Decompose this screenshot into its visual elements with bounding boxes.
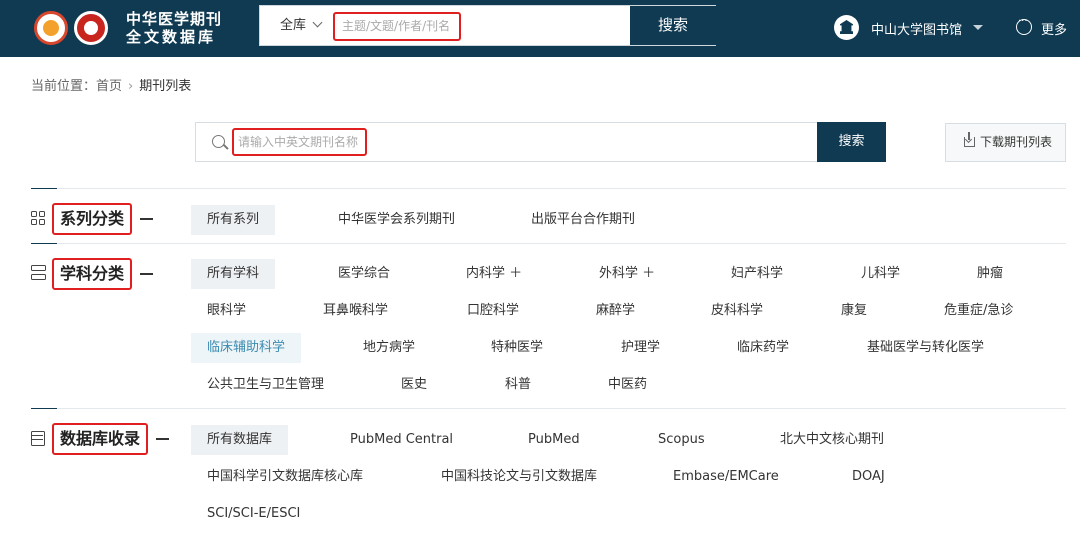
- journal-search-bar: 请输入中英文期刊名称 搜索: [195, 122, 886, 162]
- subject-tag[interactable]: 肿瘤: [977, 259, 1003, 289]
- database-tag[interactable]: PubMed Central: [350, 425, 453, 455]
- grid-icon: [31, 211, 46, 226]
- subject-tag[interactable]: 外科学 ＋: [599, 259, 655, 289]
- society-logo-icon[interactable]: [34, 11, 68, 45]
- top-navbar: 中华医学期刊 全文数据库 全库 主题/文题/作者/刊名 搜索 中山大学图书馆 更…: [0, 0, 1080, 57]
- section-divider: [31, 243, 1066, 244]
- subject-tag[interactable]: 所有学科: [191, 259, 276, 289]
- series-section-title: 系列分类: [52, 203, 133, 235]
- database-tag[interactable]: 北大中文核心期刊: [780, 425, 884, 455]
- more-icon[interactable]: [1016, 16, 1032, 35]
- search-scope-label: 全库: [280, 18, 307, 33]
- subject-tag[interactable]: 皮科科学: [711, 296, 763, 326]
- breadcrumb: 当前位置：首页 › 期刊列表: [31, 75, 191, 94]
- database-tag[interactable]: Scopus: [658, 425, 705, 455]
- subject-tag[interactable]: 康复: [841, 296, 867, 326]
- subject-tag[interactable]: 中医药: [608, 370, 647, 400]
- database-tag[interactable]: PubMed: [528, 425, 580, 455]
- more-menu-label[interactable]: 更多: [1041, 19, 1067, 38]
- chevron-right-icon: ›: [128, 79, 134, 94]
- library-name[interactable]: 中山大学图书馆: [871, 19, 962, 38]
- subject-tag[interactable]: 特种医学: [491, 333, 543, 363]
- database-tag[interactable]: 中国科技论文与引文数据库: [441, 462, 597, 492]
- download-button-label: 下载期刊列表: [980, 135, 1053, 149]
- subject-tag[interactable]: 麻醉学: [596, 296, 635, 326]
- library-icon[interactable]: [834, 15, 859, 40]
- subject-tag[interactable]: 科普: [505, 370, 531, 400]
- global-search-button[interactable]: 搜索: [630, 6, 716, 45]
- journal-search-button[interactable]: 搜索: [817, 122, 886, 162]
- subject-tag[interactable]: 妇产科学: [731, 259, 783, 289]
- collapse-icon[interactable]: [140, 273, 153, 275]
- caret-down-icon[interactable]: [973, 25, 983, 30]
- subject-tag[interactable]: 内科学 ＋: [466, 259, 522, 289]
- subject-tag[interactable]: 地方病学: [363, 333, 415, 363]
- series-tag[interactable]: 中华医学会系列期刊: [338, 205, 455, 235]
- subject-tag[interactable]: 眼科学: [207, 296, 246, 326]
- collapse-icon[interactable]: [140, 218, 153, 220]
- breadcrumb-prefix: 当前位置：: [31, 79, 97, 94]
- breadcrumb-home-link[interactable]: 首页: [96, 79, 122, 94]
- database-tag[interactable]: 中国科学引文数据库核心库: [207, 462, 363, 492]
- subject-tag[interactable]: 儿科学: [861, 259, 900, 289]
- chevron-down-icon: [312, 17, 323, 28]
- brand-line-1: 中华医学期刊: [126, 10, 223, 28]
- database-tag[interactable]: DOAJ: [852, 462, 885, 492]
- search-scope-dropdown[interactable]: 全库: [280, 6, 323, 45]
- subject-tag[interactable]: 公共卫生与卫生管理: [207, 370, 324, 400]
- global-search-input[interactable]: 主题/文题/作者/刊名: [333, 12, 461, 41]
- subject-tag[interactable]: 护理学: [621, 333, 660, 363]
- subject-tag[interactable]: 临床药学: [737, 333, 789, 363]
- publisher-logo-icon[interactable]: [74, 11, 108, 45]
- subject-tag[interactable]: 临床辅助科学: [191, 333, 302, 363]
- download-journal-list-button[interactable]: 下载期刊列表: [945, 123, 1066, 162]
- site-brand[interactable]: 中华医学期刊 全文数据库: [126, 10, 222, 46]
- database-tag[interactable]: Embase/EMCare: [673, 462, 779, 492]
- database-icon: [31, 431, 46, 446]
- database-tag[interactable]: SCI/SCI-E/ESCI: [207, 499, 300, 529]
- section-divider: [31, 408, 1066, 409]
- subject-tag[interactable]: 耳鼻喉科学: [323, 296, 388, 326]
- database-tag[interactable]: 所有数据库: [191, 425, 289, 455]
- subject-tag[interactable]: 医学综合: [338, 259, 390, 289]
- section-divider: [31, 188, 1066, 189]
- subject-section-title: 学科分类: [52, 258, 133, 290]
- journal-search-input[interactable]: 请输入中英文期刊名称: [232, 128, 367, 156]
- subject-tag[interactable]: 医史: [401, 370, 427, 400]
- download-icon: [964, 132, 975, 147]
- series-tag[interactable]: 出版平台合作期刊: [531, 205, 635, 235]
- series-tag[interactable]: 所有系列: [191, 205, 276, 235]
- global-search-bar: 全库 主题/文题/作者/刊名 搜索: [259, 5, 716, 46]
- breadcrumb-current: 期刊列表: [139, 79, 192, 94]
- collapse-icon[interactable]: [156, 438, 169, 440]
- brand-line-2: 全文数据库: [126, 28, 217, 46]
- search-icon: [212, 135, 225, 148]
- subject-tag[interactable]: 口腔科学: [467, 296, 519, 326]
- database-section-title: 数据库收录: [52, 423, 149, 455]
- layers-icon: [31, 265, 46, 280]
- subject-tag[interactable]: 危重症/急诊: [944, 296, 1013, 326]
- subject-tag[interactable]: 基础医学与转化医学: [867, 333, 984, 363]
